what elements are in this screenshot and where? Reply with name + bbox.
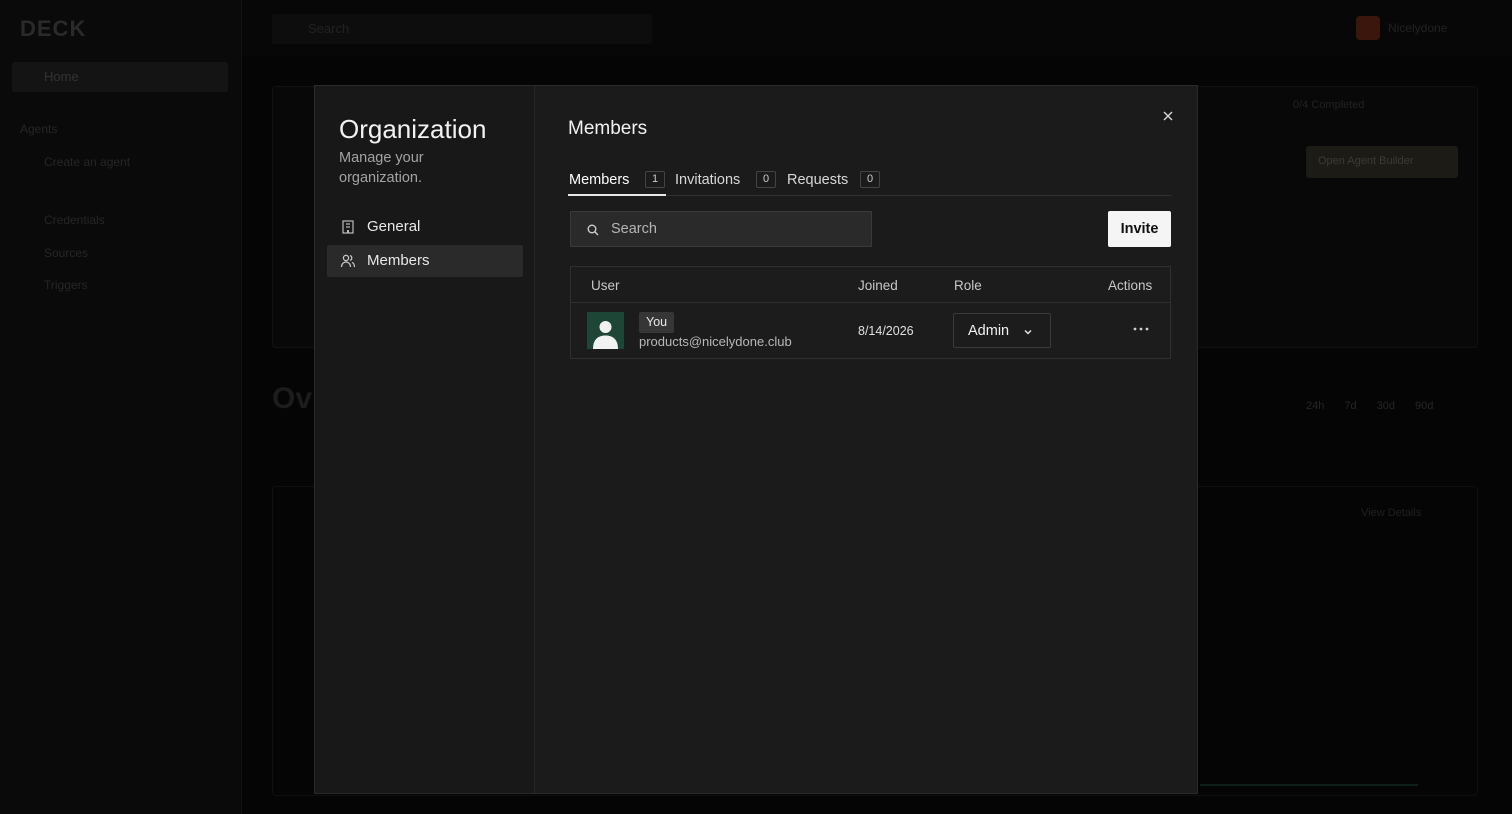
tab-count-badge: 0 [756, 171, 776, 188]
building-icon [342, 220, 354, 234]
column-header-actions: Actions [1108, 278, 1153, 293]
search-input[interactable] [611, 212, 861, 246]
sidebar-item-general[interactable]: General [327, 211, 523, 243]
table-header: User Joined Role Actions [571, 267, 1170, 303]
tab-label: Requests [787, 172, 849, 188]
column-header-role: Role [954, 278, 982, 293]
chevron-down-icon [1024, 329, 1032, 335]
bg-cta-button: Open Agent Builder [1306, 146, 1458, 178]
tab-count-badge: 1 [645, 171, 665, 188]
active-tab-indicator [568, 194, 666, 196]
sidebar-item-label: General [367, 218, 421, 235]
you-badge: You [639, 312, 675, 333]
organization-subtitle: Manage your organization. [339, 150, 424, 186]
tab-requests[interactable]: Requests 0 [787, 168, 881, 196]
bg-section-agents: Agents [20, 122, 58, 136]
modal-main: Members Members 1 Invitations 0 Requests… [535, 86, 1197, 793]
bg-user-name: Nicelydone [1388, 21, 1448, 35]
column-header-user: User [591, 278, 620, 293]
table-row: You products@nicelydone.club 8/14/2026 A… [571, 303, 1170, 358]
tab-members[interactable]: Members 1 [569, 168, 665, 196]
organization-title: Organization [339, 114, 487, 144]
bg-link-sources: Sources [44, 246, 89, 260]
sidebar-item-members[interactable]: Members [327, 245, 523, 277]
close-icon[interactable] [1159, 107, 1177, 125]
page-title: Members [568, 118, 648, 139]
tab-invitations[interactable]: Invitations 0 [675, 168, 777, 196]
member-search [570, 211, 872, 247]
modal-sidebar: Organization Manage your organization. G… [315, 86, 535, 793]
more-actions-icon[interactable] [1131, 321, 1151, 337]
organization-modal: Organization Manage your organization. G… [314, 85, 1198, 794]
tab-label: Invitations [675, 172, 741, 188]
user-avatar-icon [593, 321, 618, 349]
bg-setup-status: 0/4 Completed [1293, 99, 1365, 111]
bg-create-agent: Create an agent [44, 155, 131, 169]
bg-overview-title: Ov [272, 382, 313, 415]
bg-sidebar: DECK Home Agents Create an agent Credent… [0, 0, 242, 814]
bg-nav-home: Home [12, 62, 228, 92]
bg-search: Search [272, 14, 652, 44]
bg-link-triggers: Triggers [44, 278, 88, 292]
bg-chart-line [1200, 784, 1418, 786]
invite-button[interactable]: Invite [1108, 211, 1171, 247]
bg-avatar [1356, 16, 1380, 40]
search-icon [587, 224, 599, 236]
avatar [587, 312, 624, 349]
column-header-joined: Joined [858, 278, 898, 293]
joined-date: 8/14/2026 [858, 324, 914, 338]
bg-link-credentials: Credentials [44, 213, 105, 227]
users-icon [340, 254, 356, 268]
tab-label: Members [569, 172, 630, 188]
bg-logo: DECK [20, 16, 87, 41]
role-value: Admin [968, 323, 1010, 339]
bg-period-pills: 24h 7d 30d 90d [1306, 400, 1434, 412]
bg-view-details: View Details [1361, 507, 1422, 519]
tab-count-badge: 0 [860, 171, 880, 188]
sidebar-item-label: Members [367, 252, 430, 269]
members-tabs: Members 1 Invitations 0 Requests 0 [568, 164, 1172, 196]
role-select[interactable]: Admin [953, 313, 1051, 348]
member-email: products@nicelydone.club [639, 334, 792, 349]
members-table: User Joined Role Actions You products@ni… [570, 266, 1171, 359]
